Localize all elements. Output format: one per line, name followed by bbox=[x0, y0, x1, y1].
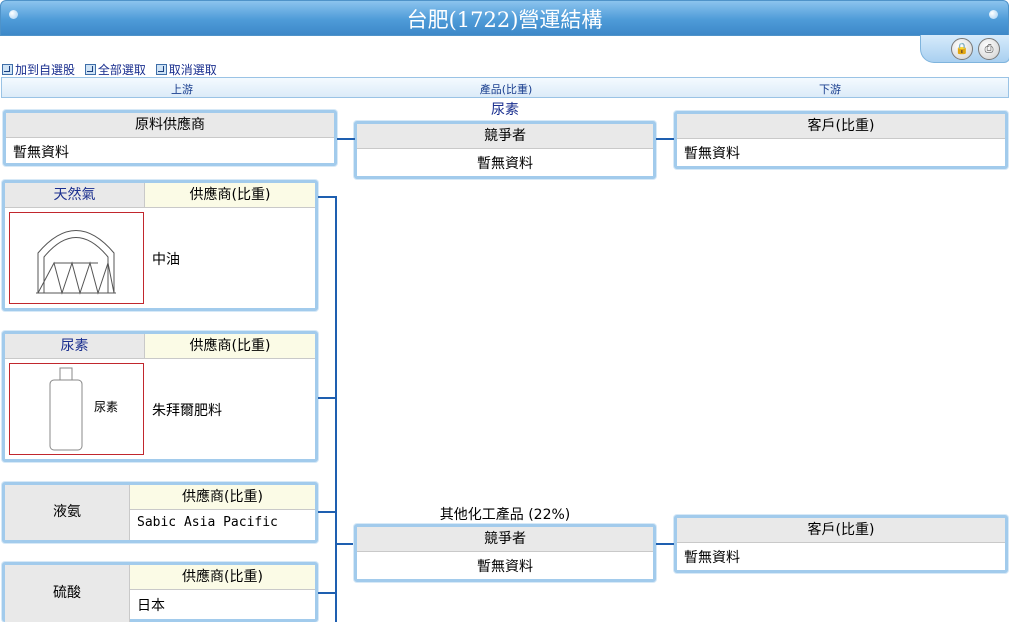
material-box: 硫酸 供應商(比重) 日本 bbox=[2, 562, 318, 622]
gas-holder-icon bbox=[9, 212, 144, 304]
customer-value: 暫無資料 bbox=[684, 550, 740, 566]
connector-line bbox=[656, 138, 674, 140]
supplier-value[interactable]: 朱拜爾肥料 bbox=[145, 396, 229, 424]
competitor-box: 競爭者 暫無資料 bbox=[354, 524, 656, 582]
window-title: 台肥(1722)營運結構 bbox=[406, 8, 603, 32]
print-icon[interactable]: ⎙ bbox=[978, 38, 1000, 60]
material-name[interactable]: 天然氣 bbox=[5, 183, 145, 208]
deselect-link[interactable]: 取消選取 bbox=[155, 63, 217, 77]
checkbox-icon bbox=[2, 64, 13, 75]
bottle-icon: 尿素 bbox=[9, 363, 144, 455]
material-name[interactable]: 液氨 bbox=[5, 485, 130, 540]
supplier-header: 供應商(比重) bbox=[130, 485, 315, 510]
bottle-label: 尿素 bbox=[94, 400, 119, 414]
material-box: 尿素 供應商(比重) 尿素 朱拜爾肥料 bbox=[2, 331, 318, 462]
supplier-header: 供應商(比重) bbox=[130, 565, 315, 590]
toolbar: 🔒 ⎙ bbox=[920, 35, 1009, 63]
col-upstream: 上游 bbox=[171, 83, 193, 96]
action-links: 加到自選股 全部選取 取消選取 bbox=[2, 61, 223, 78]
supplier-header: 原料供應商 bbox=[6, 113, 334, 138]
connector-trunk bbox=[335, 196, 337, 622]
material-name[interactable]: 硫酸 bbox=[5, 565, 130, 622]
competitor-header: 競爭者 bbox=[357, 124, 653, 149]
material-box: 天然氣 供應商(比重) 中油 bbox=[2, 180, 318, 311]
connector-line bbox=[656, 543, 674, 545]
column-header: 上游 產品(比重) 下游 bbox=[1, 77, 1009, 98]
customer-value: 暫無資料 bbox=[684, 146, 740, 162]
competitor-box: 競爭者 暫無資料 bbox=[354, 121, 656, 179]
supplier-value: 暫無資料 bbox=[13, 145, 69, 161]
product-name: 其他化工產品 (22%) bbox=[439, 507, 571, 523]
col-downstream: 下游 bbox=[819, 83, 841, 96]
customer-header: 客戶(比重) bbox=[677, 114, 1005, 139]
add-favorites-link[interactable]: 加到自選股 bbox=[2, 63, 75, 77]
customer-box: 客戶(比重) 暫無資料 bbox=[674, 515, 1008, 573]
supplier-header: 供應商(比重) bbox=[145, 183, 315, 208]
competitor-header: 競爭者 bbox=[357, 527, 653, 552]
col-product: 產品(比重) bbox=[479, 83, 533, 96]
lock-icon[interactable]: 🔒 bbox=[951, 38, 973, 60]
supplier-header: 供應商(比重) bbox=[145, 334, 315, 359]
title-bar: 台肥(1722)營運結構 bbox=[0, 0, 1009, 36]
checkbox-icon bbox=[155, 64, 167, 75]
connector-line bbox=[318, 592, 336, 594]
connector-line bbox=[318, 511, 336, 513]
customer-header: 客戶(比重) bbox=[677, 518, 1005, 543]
supplier-value[interactable]: Sabic Asia Pacific bbox=[130, 511, 285, 534]
material-box: 液氨 供應商(比重) Sabic Asia Pacific bbox=[2, 482, 318, 543]
connector-line bbox=[318, 397, 336, 399]
supplier-value[interactable]: 中油 bbox=[145, 245, 187, 273]
checkbox-icon bbox=[84, 64, 96, 75]
select-all-link[interactable]: 全部選取 bbox=[84, 63, 146, 77]
material-name[interactable]: 尿素 bbox=[5, 334, 145, 359]
competitor-value: 暫無資料 bbox=[477, 156, 533, 172]
supplier-value[interactable]: 日本 bbox=[130, 591, 172, 619]
product-name: 尿素 bbox=[491, 102, 519, 118]
connector-line bbox=[337, 138, 355, 140]
connector-line bbox=[337, 543, 355, 545]
connector-line bbox=[318, 196, 336, 198]
customer-box: 客戶(比重) 暫無資料 bbox=[674, 111, 1008, 169]
competitor-value: 暫無資料 bbox=[477, 559, 533, 575]
upstream-supplier-box: 原料供應商 暫無資料 bbox=[3, 110, 337, 166]
